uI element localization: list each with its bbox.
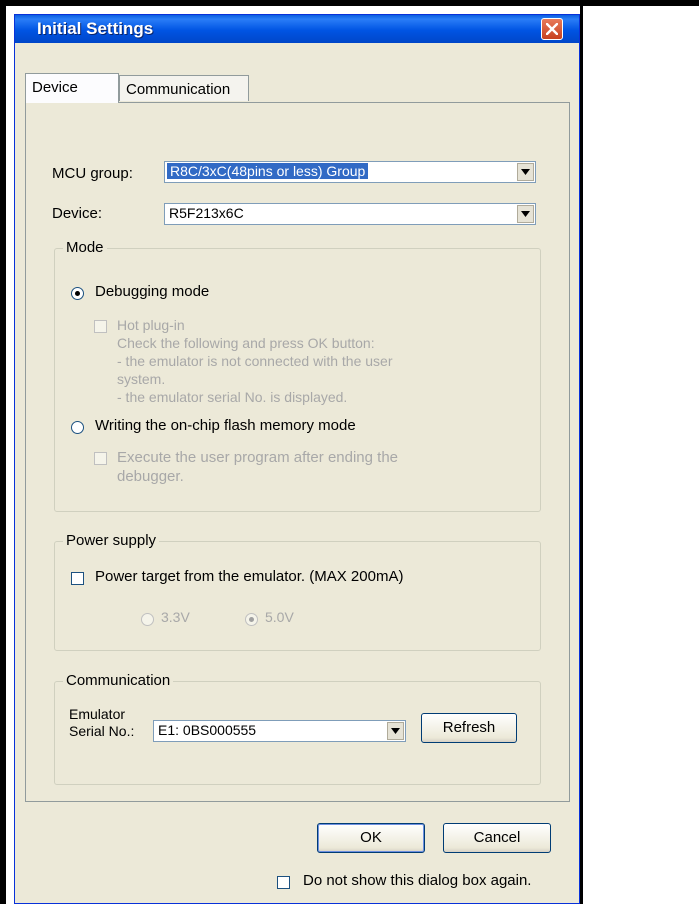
writing-flash-mode-label: Writing the on-chip flash memory mode [95,417,356,434]
hot-plugin-info-line1: Check the following and press OK button: [117,335,375,351]
refresh-button-label: Refresh [442,719,496,736]
power-supply-group: Power supply Power target from the emula… [54,532,541,651]
cancel-button[interactable]: Cancel [443,823,551,853]
initial-settings-dialog: Initial Settings Device Communication MC… [14,14,580,904]
tab-device-label: Device [32,79,78,96]
emulator-serial-label-line2: Serial No.: [69,723,135,739]
emulator-serial-label-line1: Emulator [69,706,126,722]
communication-group: Communication Emulator Serial No.: E1: 0… [54,672,541,785]
chevron-down-icon [521,211,530,217]
emulator-serial-dropdown-button[interactable] [387,722,404,740]
do-not-show-again-label: Do not show this dialog box again. [303,872,532,889]
do-not-show-again-checkbox[interactable] [277,876,290,889]
mcu-group-value: R8C/3xC(48pins or less) Group [167,163,369,179]
ok-button-label: OK [360,829,382,846]
mcu-group-select[interactable]: R8C/3xC(48pins or less) Group [164,161,536,183]
emulator-serial-select[interactable]: E1: 0BS000555 [153,720,406,742]
tab-device[interactable]: Device [25,73,119,103]
writing-flash-mode-radio[interactable] [71,421,84,434]
voltage-5v0-radio[interactable] [245,613,258,626]
device-dropdown-button[interactable] [517,205,534,223]
hot-plugin-checkbox[interactable] [94,320,107,333]
chevron-down-icon [391,728,400,734]
communication-group-title: Communication [63,672,174,689]
debugging-mode-label: Debugging mode [95,283,210,300]
device-label: Device: [52,205,103,222]
tab-communication[interactable]: Communication [119,75,249,101]
outer-frame-top [0,0,699,6]
mcu-group-dropdown-button[interactable] [517,163,534,181]
execute-user-program-label-line2: debugger. [117,468,184,485]
cancel-button-label: Cancel [473,829,521,846]
hot-plugin-info-line3: system. [117,371,166,387]
execute-user-program-label-line1: Execute the user program after ending th… [117,449,399,466]
power-target-label: Power target from the emulator. (MAX 200… [95,568,404,585]
close-button[interactable] [541,18,563,40]
execute-user-program-checkbox[interactable] [94,452,107,465]
mode-group: Mode Debugging mode Hot plug-in Check th… [54,239,541,512]
emulator-serial-value: E1: 0BS000555 [158,722,257,738]
ok-button[interactable]: OK [317,823,425,853]
hot-plugin-info-line2: - the emulator is not connected with the… [117,353,393,369]
mcu-group-label: MCU group: [52,165,133,182]
hot-plugin-info-line4: - the emulator serial No. is displayed. [117,389,348,405]
hot-plugin-label: Hot plug-in [117,317,185,333]
power-supply-group-title: Power supply [63,532,160,549]
mode-group-title: Mode [63,239,107,256]
debugging-mode-radio[interactable] [71,287,84,300]
title-bar[interactable]: Initial Settings [15,15,579,43]
voltage-5v0-label: 5.0V [265,609,294,625]
device-value: R5F213x6C [169,205,244,221]
voltage-3v3-radio[interactable] [141,613,154,626]
device-select[interactable]: R5F213x6C [164,203,536,225]
close-icon [546,23,558,35]
outer-frame-left [0,0,6,904]
power-target-checkbox[interactable] [71,572,84,585]
tab-communication-label: Communication [126,81,231,98]
chevron-down-icon [521,169,530,175]
refresh-button[interactable]: Refresh [421,713,517,743]
voltage-3v3-label: 3.3V [161,609,190,625]
outer-frame-right [580,6,583,904]
window-title: Initial Settings [37,19,154,38]
device-tab-panel: MCU group: R8C/3xC(48pins or less) Group… [25,102,570,802]
